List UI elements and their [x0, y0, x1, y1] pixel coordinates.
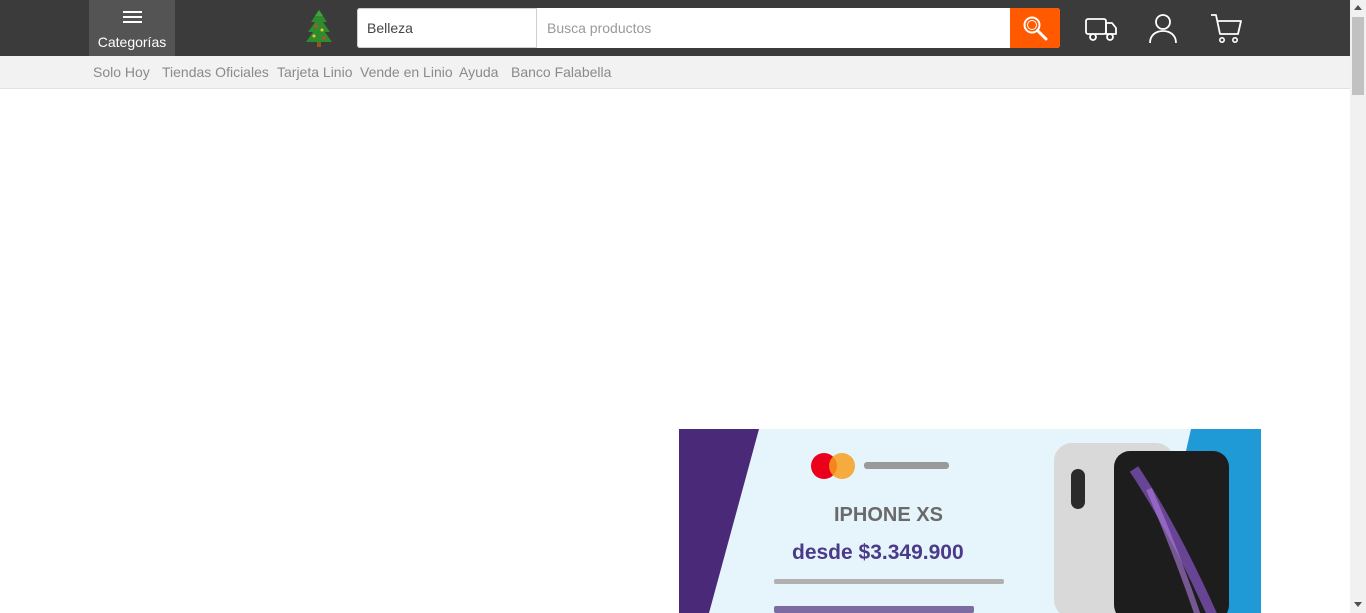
subnav-link-banco-falabella[interactable]: Banco Falabella [511, 64, 611, 80]
scroll-up-arrow-icon[interactable] [1354, 5, 1362, 10]
category-select[interactable]: Belleza [357, 8, 537, 48]
search-button[interactable] [1010, 8, 1060, 48]
menu-icon [123, 11, 142, 24]
cart-icon[interactable] [1208, 10, 1244, 46]
scroll-down-arrow-icon[interactable] [1354, 602, 1362, 607]
subnav-link-vende-en-linio[interactable]: Vende en Linio [360, 64, 453, 80]
scrollbar-thumb[interactable] [1352, 17, 1364, 95]
categories-label: Categorías [97, 34, 167, 50]
subnav-link-ayuda[interactable]: Ayuda [459, 64, 498, 80]
secondary-navigation: Solo Hoy Tiendas Oficiales Tarjeta Linio… [0, 56, 1350, 89]
banner-product-title: IPHONE XS [834, 504, 943, 526]
promo-banner-artwork [679, 429, 1261, 613]
search-bar: Belleza [357, 8, 1060, 48]
user-icon[interactable] [1145, 10, 1181, 46]
promo-banner[interactable]: IPHONE XS desde $3.349.900 [679, 429, 1261, 613]
christmas-tree-logo-icon[interactable] [304, 8, 334, 48]
top-navigation-bar: Categorías Belleza [0, 0, 1350, 56]
subnav-link-tarjeta-linio[interactable]: Tarjeta Linio [277, 64, 353, 80]
subnav-link-solo-hoy[interactable]: Solo Hoy [93, 64, 150, 80]
search-icon [1023, 16, 1048, 41]
subnav-link-tiendas-oficiales[interactable]: Tiendas Oficiales [162, 64, 269, 80]
search-input[interactable] [538, 8, 1010, 48]
vertical-scrollbar[interactable] [1350, 0, 1366, 613]
banner-price: desde $3.349.900 [792, 541, 964, 564]
truck-icon[interactable] [1083, 10, 1119, 46]
categories-button[interactable]: Categorías [89, 0, 175, 56]
